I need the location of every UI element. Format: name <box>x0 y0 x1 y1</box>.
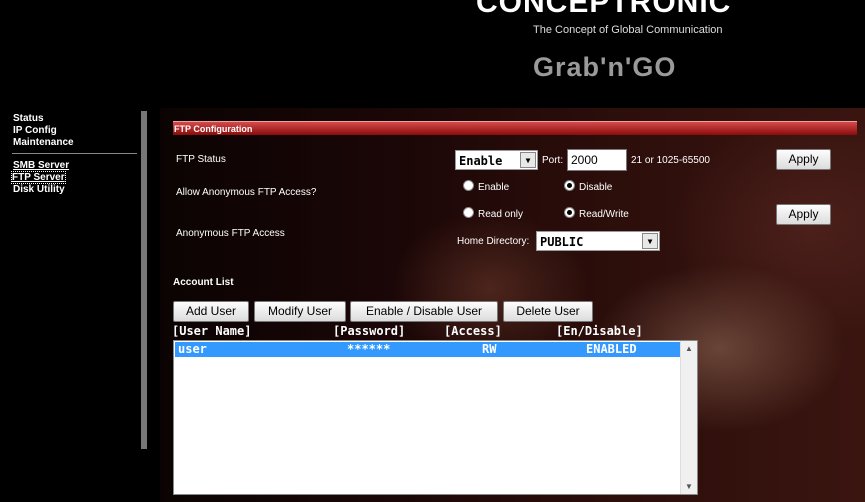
ftp-status-value: Enable <box>459 154 503 168</box>
modify-user-button[interactable]: Modify User <box>254 301 346 322</box>
list-scrollbar[interactable]: ▲ ▼ <box>680 341 697 494</box>
home-directory-value: PUBLIC <box>540 235 584 249</box>
home-directory-label: Home Directory: <box>457 236 530 247</box>
apply-status-button[interactable]: Apply <box>776 149 831 170</box>
nav-item-smb-server[interactable]: SMB Server <box>13 160 69 171</box>
home-directory-select[interactable]: PUBLIC ▼ <box>536 231 660 251</box>
nav-item-ip-config[interactable]: IP Config <box>13 125 57 136</box>
brand-logo: CONCEPTRONIC <box>476 0 732 19</box>
nav-item-maintenance[interactable]: Maintenance <box>13 137 74 148</box>
sidebar-scrollbar[interactable] <box>141 111 147 449</box>
anon-enable-label: Enable <box>478 182 510 193</box>
column-header-user-name: [User Name] <box>172 324 252 338</box>
delete-user-button[interactable]: Delete User <box>503 301 593 322</box>
read-write-label: Read/Write <box>579 209 629 220</box>
ftp-status-label: FTP Status <box>176 154 226 165</box>
section-header-ftp-configuration: FTP Configuration <box>173 121 857 135</box>
product-logo: Grab'n'GO <box>533 52 677 82</box>
column-header-en-disable: [En/Disable] <box>556 324 643 338</box>
read-only-label: Read only <box>478 209 524 220</box>
account-list-title: Account List <box>173 277 234 288</box>
column-header-password: [Password] <box>333 324 406 338</box>
brand-tagline: The Concept of Global Communication <box>533 24 723 36</box>
nav-item-disk-utility[interactable]: Disk Utility <box>13 184 65 195</box>
scroll-down-icon[interactable]: ▼ <box>681 482 697 491</box>
port-label: Port: <box>542 155 564 166</box>
anon-enable-radio[interactable] <box>463 180 474 191</box>
add-user-button[interactable]: Add User <box>173 301 249 322</box>
read-only-radio[interactable] <box>463 207 474 218</box>
cell-status: ENABLED <box>586 342 637 356</box>
table-row[interactable]: user ****** RW ENABLED <box>175 342 681 357</box>
ftp-status-select[interactable]: Enable ▼ <box>455 150 538 170</box>
anonymous-access-label: Anonymous FTP Access <box>176 228 285 239</box>
enable-disable-user-button[interactable]: Enable / Disable User <box>350 301 498 322</box>
port-input[interactable]: 2000 <box>567 149 627 171</box>
port-hint: 21 or 1025-65500 <box>631 155 710 166</box>
cell-user-name: user <box>178 342 207 356</box>
chevron-down-icon[interactable]: ▼ <box>642 233 658 249</box>
nav-item-ftp-server[interactable]: FTP Server <box>11 171 66 184</box>
apply-anonymous-button[interactable]: Apply <box>776 204 831 225</box>
scroll-up-icon[interactable]: ▲ <box>681 344 697 353</box>
anonymous-access-question: Allow Anonymous FTP Access? <box>176 187 317 198</box>
anon-disable-radio[interactable] <box>564 180 575 191</box>
nav-item-status[interactable]: Status <box>13 113 44 124</box>
account-listbox[interactable]: user ****** RW ENABLED ▲ ▼ <box>173 340 698 495</box>
cell-password: ****** <box>347 342 391 356</box>
chevron-down-icon[interactable]: ▼ <box>520 152 536 168</box>
anon-disable-label: Disable <box>579 182 613 193</box>
column-header-access: [Access] <box>444 324 502 338</box>
cell-access: RW <box>482 342 497 356</box>
read-write-radio[interactable] <box>564 207 575 218</box>
nav-divider <box>12 153 137 154</box>
